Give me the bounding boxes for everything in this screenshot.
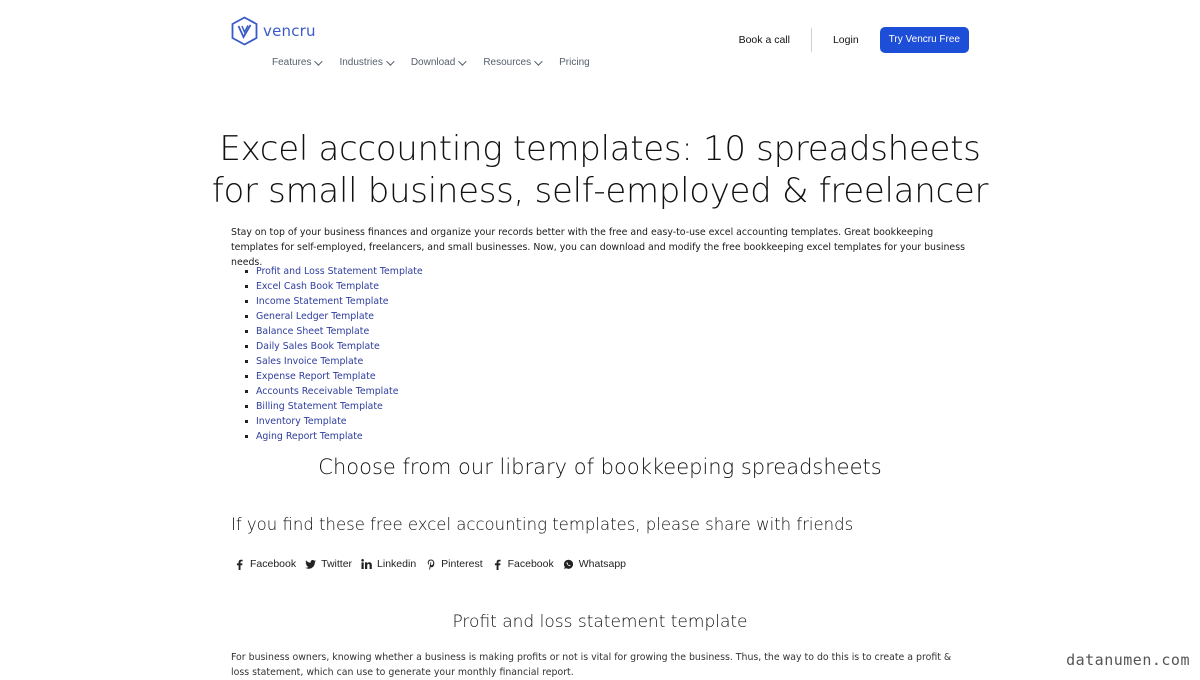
nav-label: Resources <box>483 57 532 68</box>
share-label: Whatsapp <box>578 558 627 570</box>
list-item: Daily Sales Book Template <box>244 339 423 354</box>
list-item: Income Statement Template <box>244 294 423 309</box>
vencru-logo[interactable]: vencru <box>231 16 316 46</box>
try-free-button[interactable]: Try Vencru Free <box>879 27 969 53</box>
header-actions: Book a call Login Try Vencru Free <box>739 27 969 53</box>
nav-resources[interactable]: Resources <box>483 56 543 68</box>
brand-name: vencru <box>263 22 316 40</box>
template-link[interactable]: General Ledger Template <box>256 311 374 322</box>
share-label: Linkedin <box>377 558 417 570</box>
pinterest-icon <box>425 559 436 570</box>
chevron-down-icon <box>385 56 395 66</box>
share-linkedin[interactable]: Linkedin <box>361 558 416 570</box>
login-link[interactable]: Login <box>833 34 859 46</box>
chevron-down-icon <box>534 56 543 66</box>
list-item: Inventory Template <box>244 414 423 429</box>
list-item: Billing Statement Template <box>244 399 423 414</box>
nav-label: Features <box>272 57 312 68</box>
share-bar: Facebook Twitter Linkedin Pinterest Face… <box>234 558 635 570</box>
template-link[interactable]: Aging Report Template <box>256 431 363 442</box>
whatsapp-icon <box>563 559 574 570</box>
template-link[interactable]: Inventory Template <box>256 416 347 427</box>
share-label: Facebook <box>507 558 554 570</box>
chevron-down-icon <box>314 56 324 66</box>
list-item: Expense Report Template <box>244 369 423 384</box>
page-title: Excel accounting templates: 10 spreadshe… <box>200 128 1000 212</box>
nav-label: Industries <box>339 57 383 68</box>
template-link[interactable]: Expense Report Template <box>256 371 376 382</box>
share-label: Pinterest <box>441 558 483 570</box>
section-heading: Profit and loss statement template <box>452 612 748 632</box>
nav-features[interactable]: Features <box>272 56 324 68</box>
share-label: Twitter <box>321 558 353 570</box>
linkedin-icon <box>361 559 372 570</box>
title-line-2: for small business, self-employed & free… <box>211 171 989 211</box>
facebook-icon <box>492 559 503 570</box>
share-facebook[interactable]: Facebook <box>234 558 296 570</box>
list-item: Balance Sheet Template <box>244 324 423 339</box>
facebook-icon <box>234 559 245 570</box>
watermark: datanumen.com <box>1066 651 1190 669</box>
library-heading: Choose from our library of bookkeeping s… <box>318 455 882 479</box>
list-item: Profit and Loss Statement Template <box>244 264 423 279</box>
template-link[interactable]: Sales Invoice Template <box>256 356 363 367</box>
vencru-hexagon-icon <box>231 16 258 46</box>
template-link[interactable]: Daily Sales Book Template <box>256 341 380 352</box>
nav-pricing[interactable]: Pricing <box>559 57 590 68</box>
nav-industries[interactable]: Industries <box>339 56 395 68</box>
chevron-down-icon <box>458 56 467 66</box>
share-label: Facebook <box>250 558 297 570</box>
nav-download[interactable]: Download <box>410 56 467 68</box>
share-heading: If you find these free excel accounting … <box>231 515 854 534</box>
template-link[interactable]: Billing Statement Template <box>256 401 383 412</box>
header-divider <box>810 28 812 52</box>
template-link[interactable]: Balance Sheet Template <box>256 326 369 337</box>
twitter-icon <box>305 559 317 570</box>
main-nav: Features Industries Download Resources P… <box>272 56 609 68</box>
template-link[interactable]: Profit and Loss Statement Template <box>256 266 423 277</box>
share-whatsapp[interactable]: Whatsapp <box>563 558 626 570</box>
section-paragraph: For business owners, knowing whether a b… <box>231 652 952 678</box>
book-call-link[interactable]: Book a call <box>739 34 790 46</box>
template-link[interactable]: Income Statement Template <box>256 296 389 307</box>
list-item: Aging Report Template <box>244 429 423 444</box>
list-item: Excel Cash Book Template <box>244 279 423 294</box>
list-item: General Ledger Template <box>244 309 423 324</box>
nav-label: Download <box>410 57 456 68</box>
list-item: Accounts Receivable Template <box>244 384 423 399</box>
template-list: Profit and Loss Statement Template Excel… <box>244 264 423 444</box>
template-link[interactable]: Excel Cash Book Template <box>256 281 379 292</box>
list-item: Sales Invoice Template <box>244 354 423 369</box>
share-facebook-2[interactable]: Facebook <box>492 558 554 570</box>
template-link[interactable]: Accounts Receivable Template <box>256 386 398 397</box>
share-twitter[interactable]: Twitter <box>305 558 352 570</box>
title-line-1: Excel accounting templates: 10 spreadshe… <box>219 129 981 169</box>
nav-label: Pricing <box>559 57 590 68</box>
share-pinterest[interactable]: Pinterest <box>425 558 483 570</box>
